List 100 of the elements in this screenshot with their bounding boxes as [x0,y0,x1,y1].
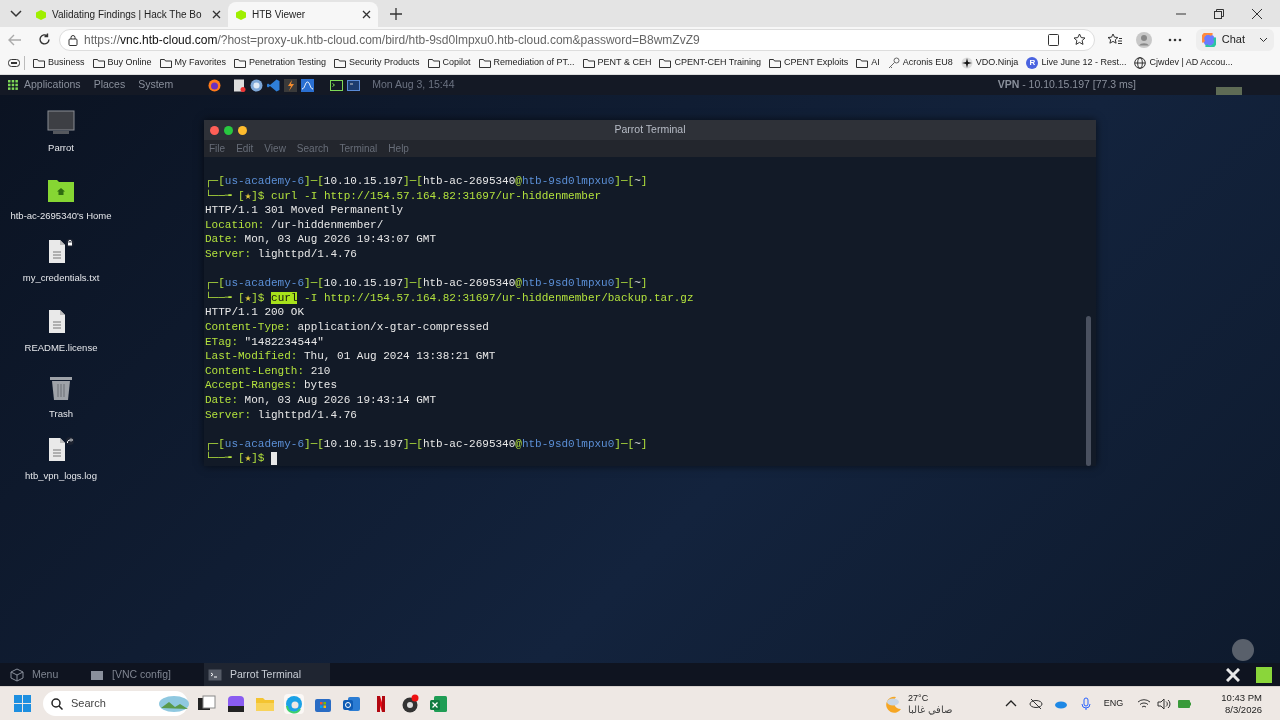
language-indicator[interactable]: ENG [1103,696,1124,711]
chevron-down-icon [1259,36,1268,43]
browser-tab[interactable]: Validating Findings | Hack The Bo [28,2,228,27]
bookmark[interactable]: Remediation of PT... [478,56,575,70]
wave-icon[interactable] [301,78,315,92]
more-icon[interactable] [1167,37,1182,42]
chevron-down-icon[interactable] [10,9,22,18]
app-grid-icon[interactable] [8,80,18,90]
desktop-icon-label[interactable]: my_credentials.txt [5,271,117,284]
minimize-button[interactable] [238,125,247,135]
restore-icon[interactable] [1214,8,1224,19]
terminal-line: └──╼ [★]$ curl -I http://154.57.164.82:31697/ur-hiddenmember [205,188,602,204]
address-bar[interactable]: https://vnc.htb-cloud.com/?host=proxy-uk.htb-cloud.com/bird/htb-9sd0lmpxu0.htb-cloud.com&password=B8wmZvZ9 [59,28,1095,51]
locked-file-icon[interactable] [47,239,75,265]
crossed-eye-icon[interactable] [1028,696,1043,711]
folder-icon [659,57,672,69]
globe-icon[interactable] [250,78,264,92]
desktop-icon-label[interactable]: Parrot [5,141,117,154]
clock-time[interactable]: 10:43 PM [1221,691,1262,704]
record-icon [400,693,420,714]
favorites-icon[interactable] [1106,33,1122,46]
console-icon[interactable] [347,78,361,92]
chat-button[interactable]: Chat [1195,28,1274,51]
home-folder-icon[interactable] [47,177,75,203]
linked-file-icon[interactable] [47,437,75,463]
vpn-status: VPN - 10.10.15.197 [77.3 ms] [997,77,1136,93]
panel-menu[interactable]: System [138,77,174,93]
close-button[interactable] [210,125,219,135]
panel-clock: Mon Aug 3, 15:44 [372,77,455,93]
terminal-icon[interactable] [330,78,344,92]
round-button[interactable] [1232,639,1254,661]
bookmark[interactable]: Penetration Testing [234,56,326,70]
bookmark[interactable]: CPENT Exploits [768,56,849,70]
weather-temperature: 27°C [908,692,930,704]
terminal-line: Last-Modified: Thu, 01 Aug 2024 13:38:21 GMT [205,349,496,364]
reload-icon[interactable] [38,33,51,46]
panel-menu[interactable]: Places [93,77,126,93]
taskbar-item[interactable]: [VNC config] [86,663,198,686]
microphone-icon[interactable] [1078,696,1093,711]
tab-title: Validating Findings | Hack The Bo [52,8,203,22]
bookmark[interactable]: Copilot [427,56,471,70]
key-icon [887,57,900,69]
bookmark[interactable]: PENT & CEH [582,56,652,70]
clipboard-icon[interactable] [1047,33,1059,46]
bookmark[interactable]: Buy Online [92,56,152,70]
document-icon[interactable] [233,78,247,92]
browser-tab[interactable]: HTB Viewer [228,2,378,27]
bookmark[interactable]: R Live June 12 - Rest... [1026,56,1127,70]
terminal-line: Date: Mon, 03 Aug 2026 19:43:07 GMT [205,232,437,247]
close-icon[interactable] [1252,8,1262,19]
taskbar-app-button[interactable] [226,693,246,714]
taskbar-item[interactable]: Parrot Terminal [204,663,330,686]
terminal-line: └──╼ [★]$ [205,451,265,466]
cube-icon [35,8,47,21]
start-icon[interactable] [14,695,31,712]
terminal-line: Content-Length: 210 [205,363,331,379]
terminal-line: └──╼ [★]$ curl -I http://154.57.164.82:31697/ur-hiddenmember/backup.tar.gz [205,290,694,306]
clock-date[interactable]: 8/3/2026 [1225,703,1262,716]
terminal-line: Server: lighttpd/1.4.76 [205,246,357,262]
search-field[interactable]: Search [71,695,151,712]
moon-cloud-icon [884,694,903,713]
terminal-icon [208,667,222,682]
swirl-icon [284,693,304,714]
bookmark[interactable]: Security Products [333,56,420,70]
cube-icon [235,8,247,21]
desktop-icon-label[interactable]: README.license [5,341,117,354]
terminal-line: Server: lighttpd/1.4.76 [205,407,357,423]
code-editor-icon[interactable] [267,78,281,92]
star-icon[interactable] [1072,33,1086,46]
plus-icon[interactable] [390,7,402,20]
avatar-icon[interactable] [1135,31,1152,48]
panel-menu[interactable]: Applications [24,77,81,93]
bookmark[interactable]: VDO.Ninja [960,56,1019,70]
desktop-icon-label[interactable]: htb_vpn_logs.log [5,469,117,482]
bookmark[interactable]: Cjwdev | AD Accou... [1134,56,1233,70]
terminal-line: Accept-Ranges: bytes [205,378,338,393]
bookmark[interactable]: AI [856,56,880,70]
monitor-icon[interactable] [47,109,75,135]
trash-icon[interactable] [48,375,74,401]
desktop-icon-label[interactable]: htb-ac-2695340's Home [5,209,117,222]
terminal-line: Date: Mon, 03 Aug 2026 19:43:14 GMT [205,392,437,408]
close-icon[interactable] [362,10,371,19]
taskbar-app-button[interactable] [400,693,420,714]
lightning-icon[interactable] [284,78,298,92]
search-icon [51,697,63,710]
search-bar[interactable]: Search [43,691,188,716]
terminal-line: ┌─[us-academy-6]─[10.10.15.197]─[htb-ac-2695340@htb-9sd0lmpxu0]─[~] [205,436,648,452]
bookmark[interactable]: Business [33,56,85,70]
maximize-button[interactable] [224,125,233,135]
desktop-icon-label[interactable]: Trash [5,407,117,420]
bookmark[interactable]: CPENT-CEH Training [659,56,761,70]
square-button[interactable] [1256,666,1272,683]
speaker-icon[interactable] [1157,696,1172,711]
taskbar-item[interactable]: Menu [6,663,80,686]
close-icon[interactable] [212,10,221,19]
scrollbar-thumb[interactable] [1086,316,1091,466]
fox-icon[interactable] [208,78,222,92]
reading-pill-icon[interactable] [8,59,20,67]
bookmark[interactable]: Acronis EU8 [887,56,953,70]
bookmark[interactable]: My Favorites [159,56,227,70]
